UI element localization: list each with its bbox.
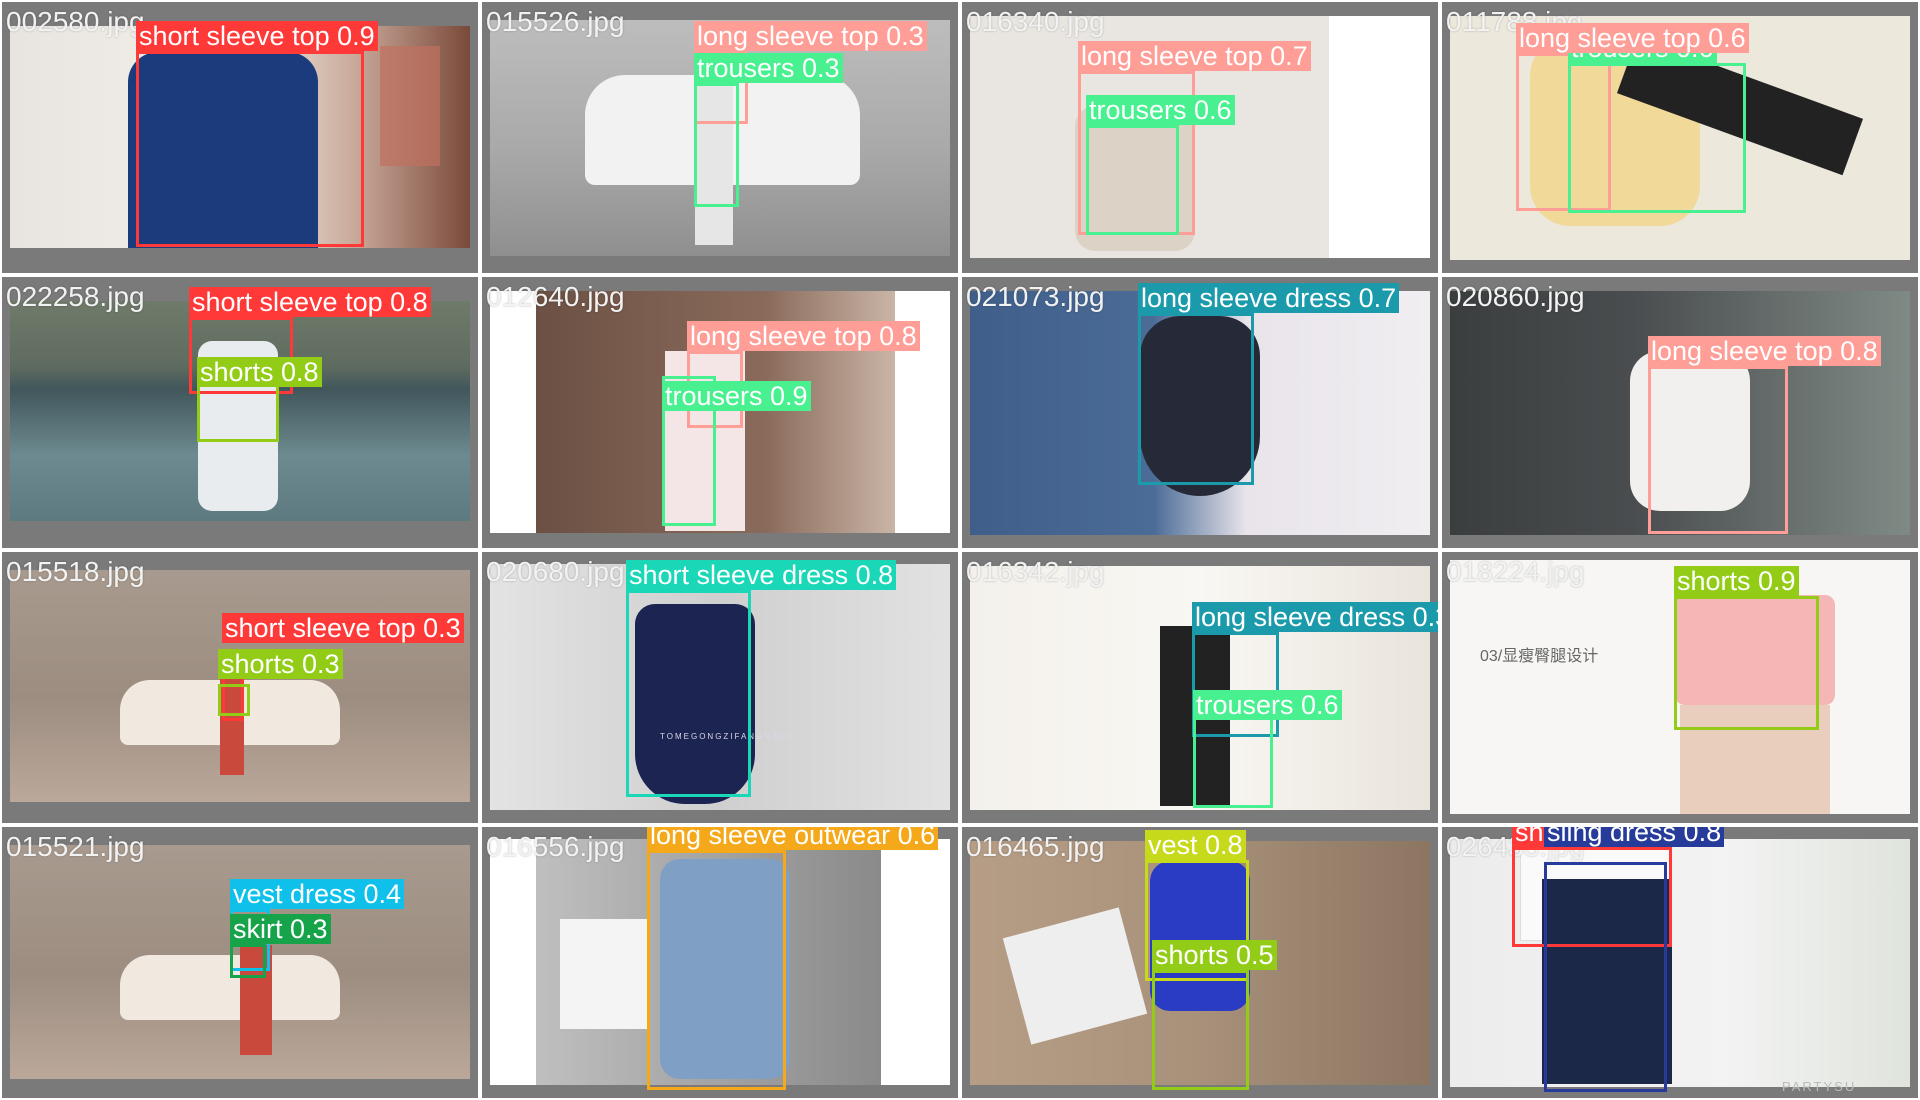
detection-label: short sleeve top 0.3	[222, 613, 464, 643]
detection-box	[1674, 596, 1819, 730]
detection-label: short sleeve dress 0.8	[626, 560, 897, 590]
tile-5: 022258.jpg short sleeve top 0.8 shorts 0…	[2, 277, 478, 548]
filename: 016556.jpg	[486, 831, 625, 862]
detection-box	[647, 850, 786, 1090]
filename: 016340.jpg	[966, 6, 1105, 37]
detection-label: trousers 0.6	[1193, 690, 1342, 720]
tile-11: 016342.jpg long sleeve dress 0.3 trouser…	[962, 552, 1438, 823]
tile-10: TOMEGONGZIFANGNANS 020680.jpg short slee…	[482, 552, 958, 823]
tote-bag-shape	[560, 919, 650, 1029]
tile-1: 002580.jpg short sleeve top 0.9	[2, 2, 478, 273]
tile-8: 020860.jpg long sleeve top 0.8	[1442, 277, 1918, 548]
tile-12: 03/显瘦臀腿设计 018224.jpg shorts 0.9	[1442, 552, 1918, 823]
detection-label: long sleeve top 0.8	[1648, 336, 1881, 366]
filename: 021073.jpg	[966, 281, 1105, 312]
detection-label: long sleeve outwear 0.6	[647, 827, 939, 850]
detection-label: shorts 0.5	[1152, 940, 1277, 970]
detection-label: long sleeve top 0.6	[1516, 23, 1749, 53]
detection-label: vest dress 0.4	[230, 879, 405, 909]
detection-label: short sleeve top 0.8	[189, 287, 431, 317]
filename: 015518.jpg	[6, 556, 145, 587]
shop-display-shape	[380, 46, 440, 166]
detection-box	[1138, 313, 1254, 485]
detection-label: long sleeve top 0.3	[694, 21, 927, 51]
detection-label: shorts 0.9	[1674, 566, 1799, 596]
tile-16: 026433.jpg short sleeve top 0.8 sling dr…	[1442, 827, 1918, 1098]
filename: 015521.jpg	[6, 831, 145, 862]
tile-7: 021073.jpg long sleeve dress 0.7	[962, 277, 1438, 548]
detection-box	[626, 590, 751, 797]
tile-3: 016340.jpg long sleeve top 0.7 trousers …	[962, 2, 1438, 273]
detection-label: skirt 0.3	[230, 914, 331, 944]
detection-box	[1152, 970, 1249, 1090]
tile-15: 016465.jpg vest 0.8 shorts 0.5	[962, 827, 1438, 1098]
filename: 002580.jpg	[6, 6, 145, 37]
detection-label: sling dress 0.8	[1544, 827, 1725, 847]
detection-label: long sleeve dress 0.3	[1192, 602, 1438, 632]
detection-label: vest 0.8	[1145, 830, 1246, 860]
watermark: PARTYSU	[1782, 1079, 1857, 1094]
detection-box	[1086, 125, 1179, 235]
detection-label: shorts 0.8	[197, 357, 322, 387]
tile-13: 015521.jpg vest dress 0.4 skirt 0.3	[2, 827, 478, 1098]
detection-box	[1648, 366, 1788, 534]
detection-label: shorts 0.3	[218, 649, 343, 679]
filename: 022258.jpg	[6, 281, 145, 312]
detection-label: long sleeve top 0.8	[687, 321, 920, 351]
filename: 016342.jpg	[966, 556, 1105, 587]
magazine-shape	[1002, 907, 1148, 1045]
caption: 03/显瘦臀腿设计	[1480, 648, 1599, 665]
filename: 020680.jpg	[486, 556, 625, 587]
filename: 012640.jpg	[486, 281, 625, 312]
detection-box	[1568, 63, 1746, 213]
detection-box	[230, 944, 266, 978]
tile-2: 015526.jpg long sleeve top 0.3 trousers …	[482, 2, 958, 273]
filename: 016465.jpg	[966, 831, 1105, 862]
detection-label: trousers 0.9	[662, 381, 811, 411]
detection-box	[136, 51, 364, 247]
detection-label: short sleeve top 0.9	[136, 21, 378, 51]
detection-box	[694, 83, 739, 207]
detection-box	[1544, 862, 1667, 1092]
detection-label: long sleeve top 0.7	[1078, 41, 1311, 71]
filename: 018224.jpg	[1446, 556, 1585, 587]
filename: 020860.jpg	[1446, 281, 1585, 312]
tile-14: 016556.jpg long sleeve outwear 0.6	[482, 827, 958, 1098]
tile-6: 012640.jpg long sleeve top 0.8 trousers …	[482, 277, 958, 548]
detection-label: long sleeve dress 0.7	[1138, 283, 1400, 313]
detection-label: trousers 0.3	[694, 53, 843, 83]
detection-label: trousers 0.6	[1086, 95, 1235, 125]
detection-box	[218, 684, 250, 716]
filename: 015526.jpg	[486, 6, 625, 37]
tile-4: 011788.jpg trousers 0.6 long sleeve top …	[1442, 2, 1918, 273]
tile-9: 015518.jpg short sleeve top 0.3 shorts 0…	[2, 552, 478, 823]
